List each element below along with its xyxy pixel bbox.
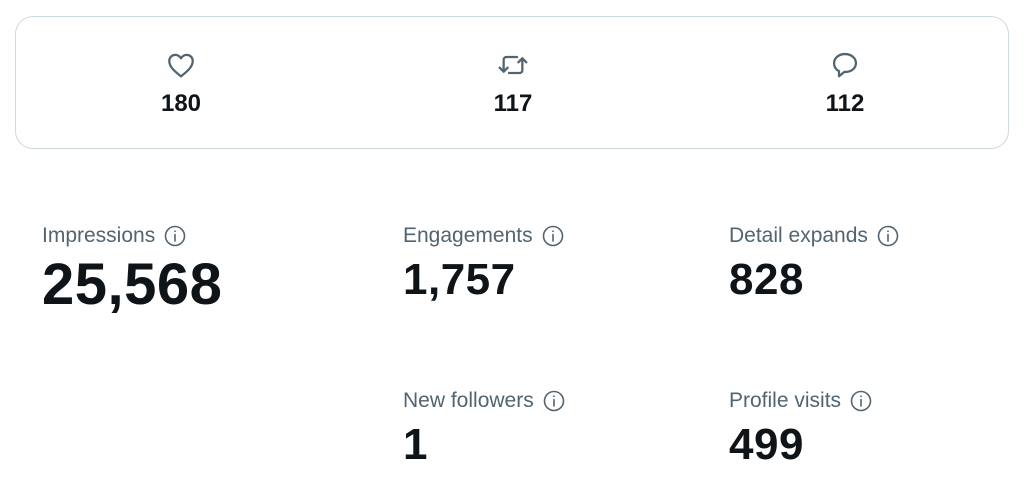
info-icon[interactable] — [542, 389, 566, 413]
likes-count: 180 — [160, 90, 202, 117]
engagements-metric: Engagements 1,757 — [403, 222, 565, 306]
profile-visits-label: Profile visits — [729, 389, 842, 412]
reply-icon — [829, 49, 861, 81]
replies-count: 112 — [825, 90, 865, 117]
info-icon[interactable] — [876, 224, 900, 248]
new-followers-metric: New followers 1 — [403, 387, 566, 471]
engagements-label: Engagements — [403, 224, 533, 247]
detail-expands-value: 828 — [729, 255, 804, 304]
repost-icon — [497, 49, 529, 81]
impressions-metric: Impressions 25,568 — [42, 222, 222, 318]
impressions-value: 25,568 — [42, 252, 223, 317]
likes-stat[interactable]: 180 — [121, 49, 241, 119]
info-icon[interactable] — [541, 224, 565, 248]
reposts-stat[interactable]: 117 — [453, 49, 573, 119]
replies-stat[interactable]: 112 — [785, 49, 905, 119]
engagements-value: 1,757 — [403, 255, 516, 304]
profile-visits-metric: Profile visits 499 — [729, 387, 873, 471]
engagement-summary-card: 180 117 112 — [15, 16, 1009, 149]
impressions-label: Impressions — [42, 224, 156, 247]
info-icon[interactable] — [849, 389, 873, 413]
info-icon[interactable] — [163, 224, 187, 248]
profile-visits-value: 499 — [729, 420, 804, 469]
detail-expands-label: Detail expands — [729, 224, 868, 247]
new-followers-value: 1 — [403, 420, 428, 469]
new-followers-label: New followers — [403, 389, 534, 412]
heart-icon — [165, 49, 197, 81]
detail-expands-metric: Detail expands 828 — [729, 222, 900, 306]
reposts-count: 117 — [493, 90, 533, 117]
